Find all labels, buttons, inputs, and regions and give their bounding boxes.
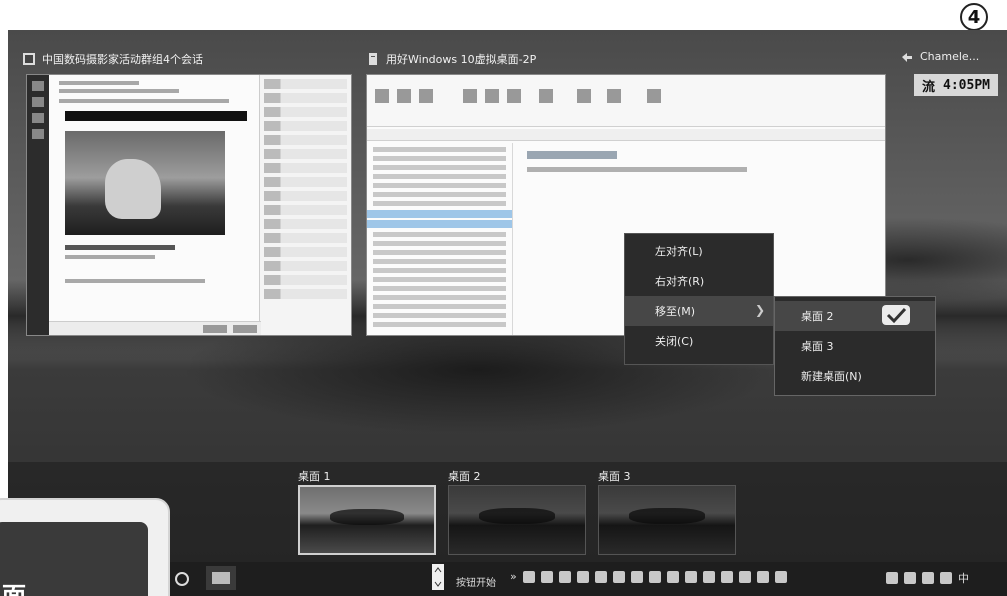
- desktop-thumbnail-2[interactable]: [448, 485, 586, 555]
- overlay-text: 面: [2, 582, 26, 596]
- window-thumbnail-chat[interactable]: [26, 74, 352, 336]
- double-chevron-icon: »: [510, 570, 517, 583]
- explorer-address-bar: [367, 129, 885, 141]
- overlay-card-inner: 面: [0, 522, 148, 596]
- desktop-thumbnail-3[interactable]: [598, 485, 736, 555]
- tray-app-icon[interactable]: [720, 570, 733, 583]
- menu-item-snap-right[interactable]: 右对齐(R): [625, 266, 773, 296]
- ime-indicator[interactable]: 中: [958, 570, 969, 586]
- window-header-chameleon[interactable]: Chamele...: [900, 50, 979, 63]
- phone-icon[interactable]: [540, 570, 553, 583]
- step-number-badge: 4: [960, 3, 988, 31]
- shield-icon[interactable]: [756, 570, 769, 583]
- menu-item-move-to[interactable]: 移至(M) ❯: [625, 296, 773, 326]
- wifi-icon[interactable]: [522, 570, 535, 583]
- pinned-app-icon[interactable]: [206, 566, 236, 590]
- lock-icon[interactable]: [612, 570, 625, 583]
- window-header-chat[interactable]: 中国数码摄影家活动群组4个会话: [22, 50, 203, 68]
- desktop-label-2: 桌面 2: [448, 470, 481, 483]
- chat-shared-photo: [65, 131, 225, 235]
- chat-member-panel: [259, 75, 351, 335]
- explorer-ribbon: [367, 75, 885, 127]
- window-title-chat: 中国数码摄影家活动群组4个会话: [42, 53, 203, 66]
- desktop-label-1: 桌面 1: [298, 470, 331, 483]
- chat-app-icon: [23, 53, 35, 65]
- network-icon[interactable]: [702, 570, 715, 583]
- move-to-submenu: 桌面 2 桌面 3 新建桌面(N): [774, 296, 936, 396]
- submenu-item-new-desktop[interactable]: 新建桌面(N): [775, 361, 935, 391]
- chat-input-bar: [49, 321, 261, 335]
- chevron-right-icon: ❯: [754, 303, 765, 317]
- cloud-icon[interactable]: [594, 570, 607, 583]
- submenu-item-label: 桌面 2: [801, 310, 834, 323]
- menu-item-snap-left[interactable]: 左对齐(L): [625, 236, 773, 266]
- window-context-menu: 左对齐(L) 右对齐(R) 移至(M) ❯ 关闭(C): [624, 233, 774, 365]
- menu-item-label: 关闭(C): [655, 335, 694, 348]
- pen-icon[interactable]: [558, 570, 571, 583]
- checkmark-icon: [882, 305, 910, 325]
- clock-time: 4:05PM: [943, 77, 990, 93]
- tray-app-icon[interactable]: [576, 570, 589, 583]
- volume-icon[interactable]: [922, 572, 934, 584]
- submenu-item-desktop-3[interactable]: 桌面 3: [775, 331, 935, 361]
- menu-item-label: 左对齐(L): [655, 245, 703, 258]
- notification-icon[interactable]: [940, 572, 952, 584]
- chat-sidebar: [27, 75, 49, 335]
- submenu-item-desktop-2[interactable]: 桌面 2: [775, 301, 935, 331]
- menu-item-close[interactable]: 关闭(C): [625, 326, 773, 356]
- submenu-item-label: 桌面 3: [801, 340, 834, 353]
- display-icon[interactable]: [904, 572, 916, 584]
- taskbar-start-label[interactable]: 按钮开始: [456, 574, 496, 589]
- desktop-thumbnail-1[interactable]: [298, 485, 436, 555]
- refresh-icon[interactable]: [738, 570, 751, 583]
- document-app-icon: [369, 53, 377, 65]
- window-header-explorer[interactable]: 用好Windows 10虚拟桌面-2P: [366, 50, 536, 68]
- scroll-arrows-icon[interactable]: [432, 564, 444, 590]
- search-icon[interactable]: [172, 570, 194, 590]
- sync-icon[interactable]: [886, 572, 898, 584]
- app-switch-icon: [902, 52, 912, 62]
- tray-app-icon[interactable]: [630, 570, 643, 583]
- menu-item-label: 移至(M): [655, 305, 696, 318]
- window-title-explorer: 用好Windows 10虚拟桌面-2P: [386, 53, 537, 66]
- menu-item-label: 右对齐(R): [655, 275, 705, 288]
- clock-prefix: 流: [922, 79, 936, 95]
- system-tray: 中: [886, 570, 969, 586]
- dot-icon[interactable]: [774, 570, 787, 583]
- tray-app-icon[interactable]: [648, 570, 661, 583]
- clock-widget: 流 4:05PM: [914, 74, 998, 96]
- desktop-label-3: 桌面 3: [598, 470, 631, 483]
- window-title-chameleon: Chamele...: [920, 50, 980, 63]
- explorer-folder-tree: [367, 143, 513, 335]
- tray-app-icon[interactable]: [684, 570, 697, 583]
- user-icon[interactable]: [666, 570, 679, 583]
- chat-main-area: [49, 75, 261, 335]
- taskbar-quick-icons: »: [510, 570, 787, 583]
- submenu-item-label: 新建桌面(N): [801, 370, 862, 383]
